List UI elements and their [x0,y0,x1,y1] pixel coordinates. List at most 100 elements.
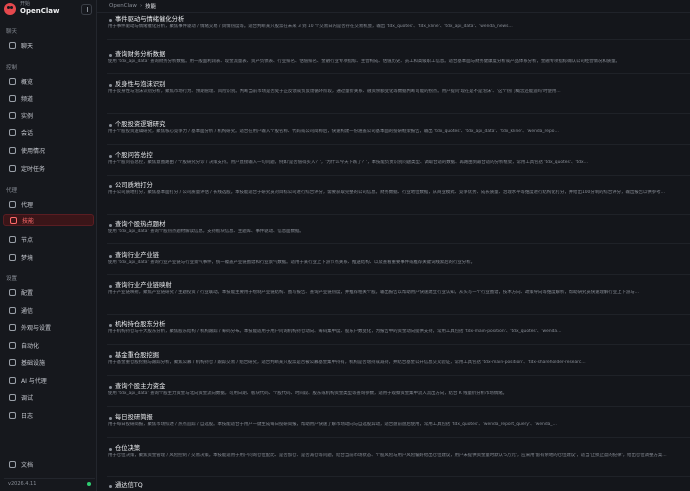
breadcrumb-root[interactable]: OpenClaw [109,3,137,9]
collapse-sidebar-icon[interactable] [81,4,92,15]
skill-description: 用于基金重仓股挖掘与跟踪分析，聚焦公募 / 机构持仓 / 跟踪交易 / 组合研究… [108,360,586,365]
skill-title: 个股问答总控 [107,152,690,160]
sidebar-item-cron[interactable]: 定时任务 [3,162,94,174]
skill-title: 公司质地打分 [107,182,690,190]
sidebar-item-debug[interactable]: 调试 [3,391,94,403]
gear-icon [9,288,16,296]
skill-item[interactable]: 反身性与泡沫识别 用于反身性与泡沫识别分析，聚焦市场行为、预期管理、风险识别。判… [107,81,690,95]
skill-item[interactable]: 查询财务分析数据 使用 'tdx_api_data' 查询财务分析数据。用一般面… [107,51,690,65]
openclaw-logo-icon [4,2,16,15]
skills-list: 事件驱动与情绪催化分析 用于事件驱动与情绪催化分析，聚焦事件驱动 / 情绪交易 … [107,14,690,491]
nav-section-agent: 代理 [6,188,18,194]
skill-title: 查询个股主力资金 [107,383,690,391]
skill-description: 用于机构持仓与十大股东分析，聚焦股东结构 / 机构跟踪 / 筹码分布。本技能适用… [108,329,562,334]
nav-section-control: 控制 [6,65,18,71]
terminal-icon [9,341,16,349]
globe-icon [9,358,16,366]
document-icon [9,128,16,136]
divider [107,476,690,477]
skill-title: 个股投资逻辑研究 [107,121,690,129]
radio-icon [9,111,16,119]
sidebar-item-infrastructure[interactable]: 基础设施 [3,356,94,368]
sidebar-item-config[interactable]: 配置 [3,286,94,298]
skill-item[interactable]: 个股问答总控 用于个股问答总控，聚焦意图路由 / 个股研究分诊 / 决策支持。用… [107,152,690,166]
link-icon [9,94,16,102]
skill-item[interactable]: 机构持仓股东分析 用于机构持仓与十大股东分析，聚焦股东结构 / 机构跟踪 / 筹… [107,321,690,335]
divider [107,314,690,315]
status-online-icon [87,482,91,486]
sidebar-item-sessions[interactable]: 会话 [3,126,94,138]
skill-item[interactable]: 基金重仓股挖掘 用于基金重仓股挖掘与跟踪分析，聚焦公募 / 机构持仓 / 跟踪交… [107,352,690,366]
sidebar-item-skills[interactable]: 技能 [3,214,94,226]
skill-description: 用于反身性与泡沫识别分析，聚焦市场行为、预期管理、风险识别。判断当前市场是否处于… [108,89,561,94]
divider [107,39,690,40]
moon-icon [9,253,16,261]
brand-name: OpenClaw [20,7,60,15]
skill-item[interactable]: 仓位决策 用于仓位决策，聚焦资金管理 / 风险控制 / 交易决策。本技能适用于用… [107,445,690,459]
skill-title: 事件驱动与情绪催化分析 [107,16,690,24]
monitor-icon [9,235,16,243]
chart-icon [9,77,16,85]
nav-section-settings: 设置 [6,276,18,282]
sidebar-item-appearance[interactable]: 外观与设置 [3,321,94,333]
skill-item[interactable]: 每日投研简报 用于每日投研简报，聚焦市场综述 / 热点追踪 / 自选股。本技能适… [107,414,690,428]
book-icon [9,461,16,468]
skill-item[interactable]: 查询行业产业链 使用 'tdx_api_data' 查询行业产业链与行业景气事件… [107,252,690,266]
skill-title: 机构持仓股东分析 [107,321,690,329]
divider [107,214,690,215]
divider [107,274,690,275]
document-icon [9,411,16,419]
lightning-icon [10,216,17,224]
sidebar-item-automation[interactable]: 自动化 [3,339,94,351]
sidebar-item-communication[interactable]: 通信 [3,304,94,316]
skill-description: 用于仓位决策，聚焦资金管理 / 风险控制 / 交易决策。本技能适用于用户问询仓位… [108,453,667,458]
brand[interactable]: 开始 OpenClaw [4,2,59,15]
sidebar-item-docs[interactable]: 文档 [9,460,33,469]
skill-item[interactable]: 通达信TQ [107,482,690,490]
skill-item[interactable]: 查询行业产业链映射 用于产业链映射，聚焦产业链研究 / 主题投资 / 行业联动。… [107,282,690,296]
version-bar: v2026.4.11 [4,478,95,489]
skill-description: 用于产业链映射，聚焦产业链研究 / 主题投资 / 行业联动。本技能主要用于绘制产… [108,290,640,295]
divider [107,73,690,74]
bug-icon [9,393,16,401]
divider [107,437,690,438]
skill-description: 用于公司质地打分，聚焦基本面打分 / 公司质量评估 / 长线选股。本技能适合于研… [108,190,665,195]
palette-icon [9,323,16,331]
skill-item[interactable]: 事件驱动与情绪催化分析 用于事件驱动与情绪催化分析，聚焦事件驱动 / 情绪交易 … [107,16,690,30]
skill-title: 查询财务分析数据 [107,51,690,59]
divider [107,175,690,176]
divider [107,113,690,114]
sidebar-item-instances[interactable]: 实例 [3,109,94,121]
skill-title: 仓位决策 [107,445,690,453]
message-icon [9,306,16,314]
breadcrumb-separator: › [139,3,143,9]
sparkle-icon [9,376,16,384]
skill-item[interactable]: 公司质地打分 用于公司质地打分，聚焦基本面打分 / 公司质量评估 / 长线选股。… [107,182,690,196]
sidebar-item-chat[interactable]: 聊天 [3,39,94,51]
skill-title: 反身性与泡沫识别 [107,81,690,89]
sidebar-item-channels[interactable]: 频道 [3,92,94,104]
sidebar-item-nodes[interactable]: 节点 [3,233,94,245]
skill-item[interactable]: 个股投资逻辑研究 用于个股投资逻辑研究，聚焦核心竞争力 / 基本面分析 / 机构… [107,121,690,135]
sidebar-item-usage[interactable]: 使用情况 [3,144,94,156]
version-label: v2026.4.11 [8,481,37,487]
sidebar-item-overview[interactable]: 概览 [3,75,94,87]
divider [107,344,690,345]
skill-description: 使用 'tdx_api_data' 查询个股主力资金与北向资金流向数据，可用日期… [108,391,507,396]
breadcrumb: OpenClaw › 技能 [97,0,690,13]
sidebar-item-agents[interactable]: 代理 [3,198,94,210]
bar-chart-icon [9,146,16,154]
sidebar-item-dreams[interactable]: 梦境 [3,251,94,263]
skill-item[interactable]: 查询个股热点题材 使用 'tdx_api_data' 查询个股热点题材解读信息，… [107,221,690,235]
nav-section-chat: 聊天 [6,29,18,35]
skill-title: 查询个股热点题材 [107,221,690,229]
sidebar-item-logs[interactable]: 日志 [3,409,94,421]
skill-description: 使用 'tdx_api_data' 查询财务分析数据。用一般面利润表、现金流量表… [108,59,620,64]
sidebar-item-ai-agents[interactable]: AI 与代理 [3,374,94,386]
divider [107,375,690,376]
chat-icon [9,41,16,49]
skill-title: 基金重仓股挖掘 [107,352,690,360]
skill-item[interactable]: 查询个股主力资金 使用 'tdx_api_data' 查询个股主力资金与北向资金… [107,383,690,397]
clock-icon [9,164,16,172]
sidebar: 开始 OpenClaw 聊天 聊天 控制 概览 频道 实例 会话 使用情况 定时… [0,0,97,491]
